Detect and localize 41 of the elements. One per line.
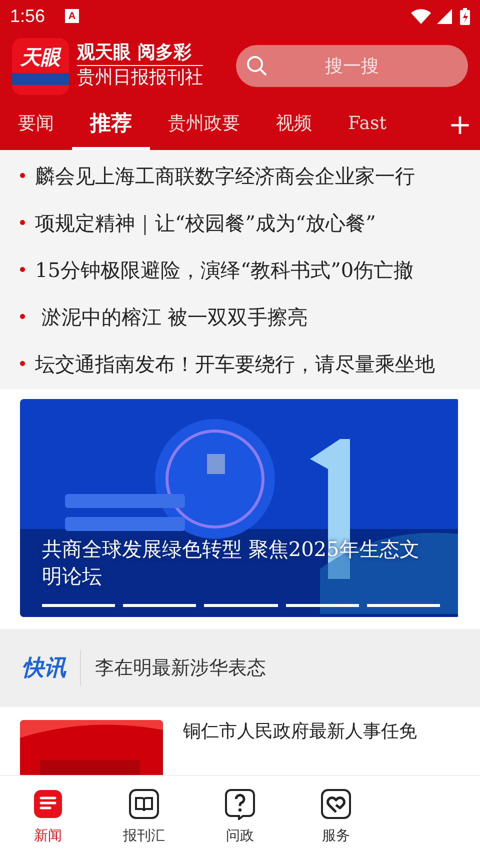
- book-icon: [128, 788, 160, 820]
- flash-news-text: 李在明最新涉华表态: [95, 656, 266, 681]
- category-tab[interactable]: Fast: [330, 100, 404, 150]
- add-tab-button[interactable]: +: [440, 100, 480, 150]
- category-tab[interactable]: 贵州政要: [150, 100, 258, 150]
- category-tab[interactable]: 要闻: [0, 100, 72, 150]
- news-icon: [32, 788, 64, 820]
- slide-indicator[interactable]: [366, 604, 440, 607]
- bullet-icon: [20, 314, 25, 319]
- article-title[interactable]: 铜仁市人民政府最新人事任免: [183, 720, 417, 775]
- headline-link[interactable]: 麟会见上海工商联数字经济商会企业家一行: [35, 160, 415, 190]
- nav-tab[interactable]: 新闻: [0, 788, 96, 847]
- slide-indicator[interactable]: [204, 604, 278, 607]
- battery-icon: [460, 8, 470, 24]
- nav-tab[interactable]: 问政: [192, 788, 288, 847]
- slide-indicator[interactable]: [286, 604, 359, 607]
- slide-indicator[interactable]: [123, 604, 196, 607]
- search-field[interactable]: 搜一搜: [236, 45, 468, 87]
- headline-link[interactable]: 项规定精神｜让“校园餐”成为“放心餐”: [35, 208, 376, 238]
- brand-slogan: 观天眼 阅多彩: [77, 42, 203, 66]
- signal-icon: [437, 8, 452, 24]
- flash-news-logo: 快讯: [22, 654, 66, 682]
- slide-indicator[interactable]: [42, 604, 116, 607]
- bullet-icon: [20, 220, 25, 225]
- headline-link[interactable]: 15分钟极限避险，演绎“教科书式”0伤亡撤: [35, 254, 414, 284]
- status-time: 1:56: [10, 4, 46, 28]
- nav-tab[interactable]: 报刊汇: [96, 788, 192, 847]
- wifi-icon: [411, 8, 431, 24]
- bullet-icon: [20, 267, 25, 272]
- search-icon: [246, 55, 268, 77]
- bullet-icon: [20, 361, 25, 366]
- nav-tab[interactable]: 服务: [288, 788, 384, 847]
- question-icon: [224, 788, 256, 820]
- headline-link[interactable]: 坛交通指南发布！开车要绕行，请尽量乘坐地: [35, 348, 435, 378]
- app-logo: 天眼: [12, 38, 69, 94]
- category-tab[interactable]: 视频: [258, 100, 330, 150]
- bullet-icon: [20, 173, 25, 178]
- flash-news-bar[interactable]: 快讯 李在明最新涉华表态: [0, 629, 480, 707]
- brand-name: 贵州日报报刊社: [77, 66, 203, 90]
- headline-link[interactable]: 淤泥中的榕江 被一双双手擦亮: [35, 302, 308, 332]
- notification-icon: A: [65, 9, 80, 23]
